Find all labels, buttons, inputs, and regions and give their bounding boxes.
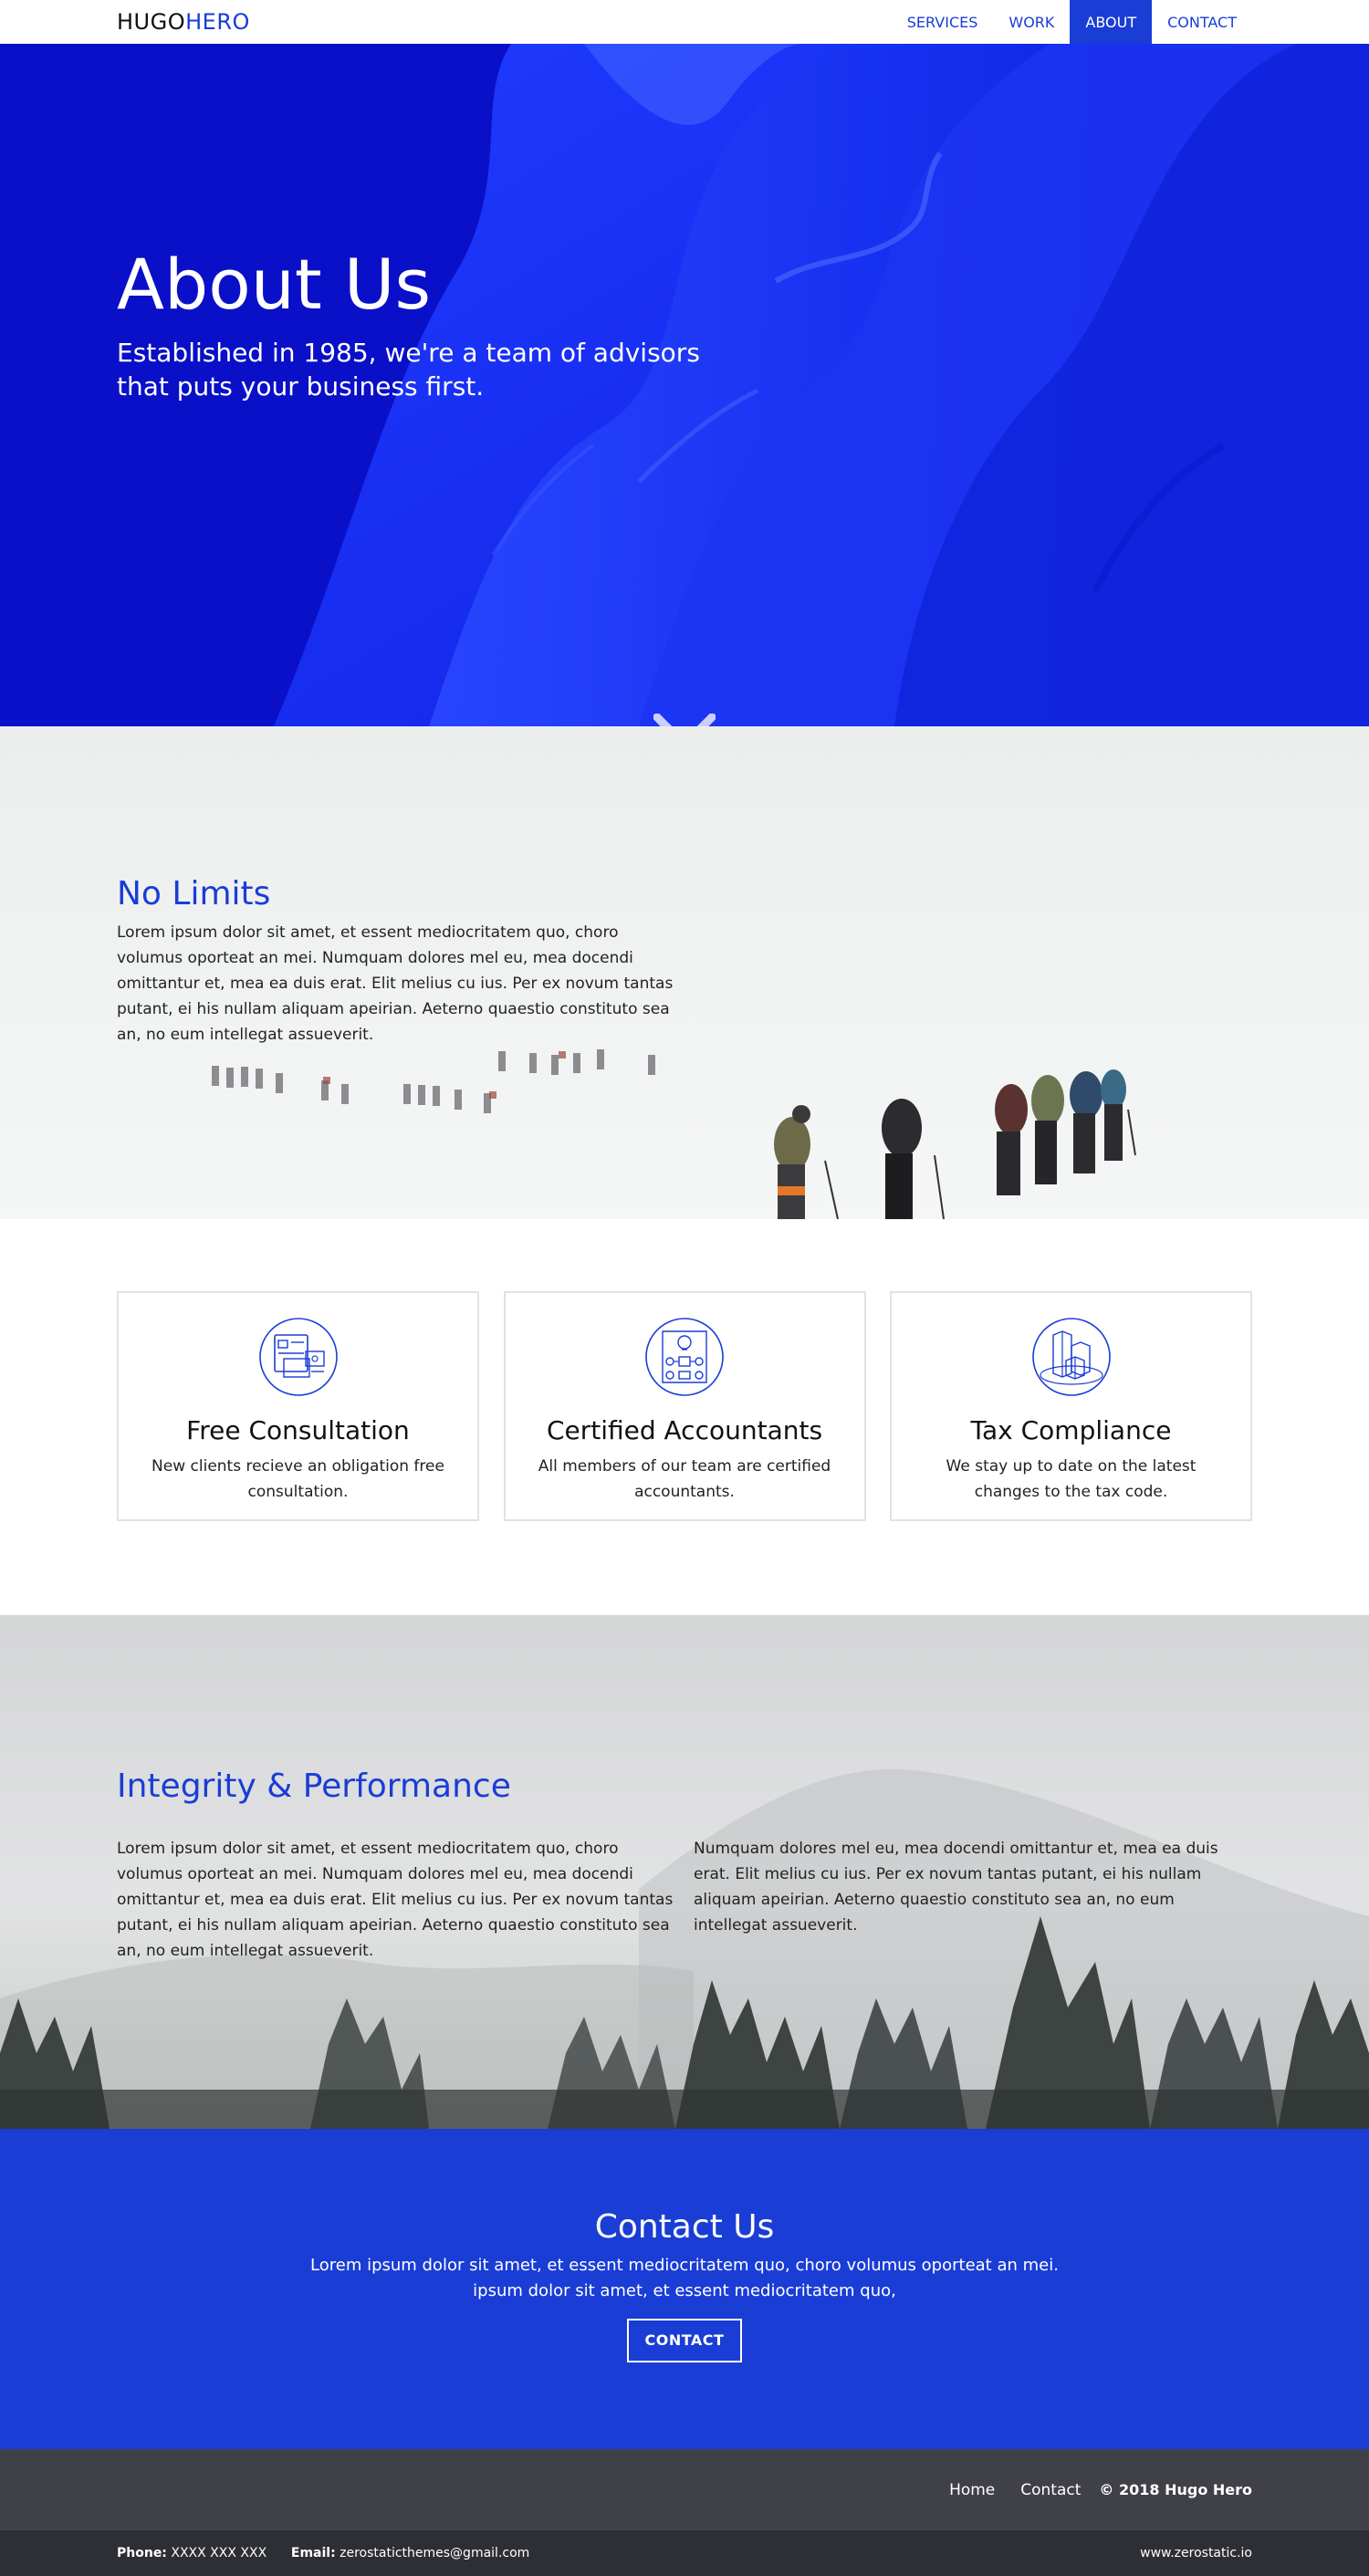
integrity-title: Integrity & Performance <box>117 1768 511 1805</box>
feature-text: New clients recieve an obligation free c… <box>152 1457 444 1501</box>
footer-bottom: Phone: XXXX XXX XXX Email: zerostaticthe… <box>0 2530 1369 2576</box>
email-address[interactable]: zerostaticthemes@gmail.com <box>340 2546 529 2560</box>
integrity-section: Integrity & Performance Lorem ipsum dolo… <box>0 1615 1369 2129</box>
phone-label: Phone: <box>117 2546 167 2560</box>
feature-title: Tax Compliance <box>970 1415 1172 1445</box>
brand-part-1: HUGO <box>117 9 186 35</box>
integrity-text-col1: Lorem ipsum dolor sit amet, et essent me… <box>117 1840 674 1960</box>
footer-link-contact[interactable]: Contact <box>1020 2481 1081 2499</box>
brand-part-2: HERO <box>185 9 250 35</box>
contact-section: Contact Us Lorem ipsum dolor sit amet, e… <box>0 2129 1369 2449</box>
brand-logo[interactable]: HUGOHERO <box>117 0 250 44</box>
top-navbar: HUGOHERO SERVICES WORK ABOUT CONTACT <box>0 0 1369 44</box>
chevron-down-icon[interactable] <box>653 714 716 726</box>
hero-section: About Us Established in 1985, we're a te… <box>0 44 1369 726</box>
tax-compliance-icon <box>1031 1318 1111 1396</box>
no-limits-title: No Limits <box>117 875 271 913</box>
nav-item-contact[interactable]: CONTACT <box>1152 0 1252 44</box>
features-section: Free Consultation New clients recieve an… <box>0 1219 1369 1615</box>
accountants-icon <box>645 1318 724 1396</box>
consultation-icon <box>258 1318 338 1396</box>
contact-text: Lorem ipsum dolor sit amet, et essent me… <box>310 2256 1059 2300</box>
feature-card: Certified Accountants All members of our… <box>503 1291 866 1521</box>
phone-number[interactable]: XXXX XXX XXX <box>171 2546 266 2560</box>
feature-card: Tax Compliance We stay up to date on the… <box>890 1291 1252 1521</box>
hero-subtitle: Established in 1985, we're a team of adv… <box>117 337 700 402</box>
footer-contact-info: Phone: XXXX XXX XXX Email: zerostaticthe… <box>117 2546 529 2560</box>
footer-top: Home Contact © 2018 Hugo Hero <box>0 2449 1369 2530</box>
main-menu: SERVICES WORK ABOUT CONTACT <box>892 0 1252 44</box>
nav-item-services[interactable]: SERVICES <box>892 0 994 44</box>
feature-text: All members of our team are certified ac… <box>538 1457 831 1501</box>
feature-title: Free Consultation <box>186 1415 410 1445</box>
contact-title: Contact Us <box>594 2208 775 2246</box>
footer-link-home[interactable]: Home <box>949 2481 995 2499</box>
email-label: Email: <box>290 2546 336 2560</box>
hero-title: About Us <box>117 244 432 325</box>
no-limits-text: Lorem ipsum dolor sit amet, et essent me… <box>117 923 674 1044</box>
contact-button[interactable]: CONTACT <box>626 2319 743 2362</box>
nav-item-about[interactable]: ABOUT <box>1070 0 1153 44</box>
feature-text: We stay up to date on the latest changes… <box>946 1457 1197 1501</box>
feature-card: Free Consultation New clients recieve an… <box>117 1291 479 1521</box>
integrity-text-col2: Numquam dolores mel eu, mea docendi omit… <box>694 1840 1218 1935</box>
footer-site-link[interactable]: www.zerostatic.io <box>1140 2546 1252 2560</box>
no-limits-section: No Limits Lorem ipsum dolor sit amet, et… <box>0 726 1369 1219</box>
nav-item-work[interactable]: WORK <box>993 0 1070 44</box>
feature-title: Certified Accountants <box>546 1415 823 1445</box>
footer-copyright: © 2018 Hugo Hero <box>1099 2481 1252 2498</box>
